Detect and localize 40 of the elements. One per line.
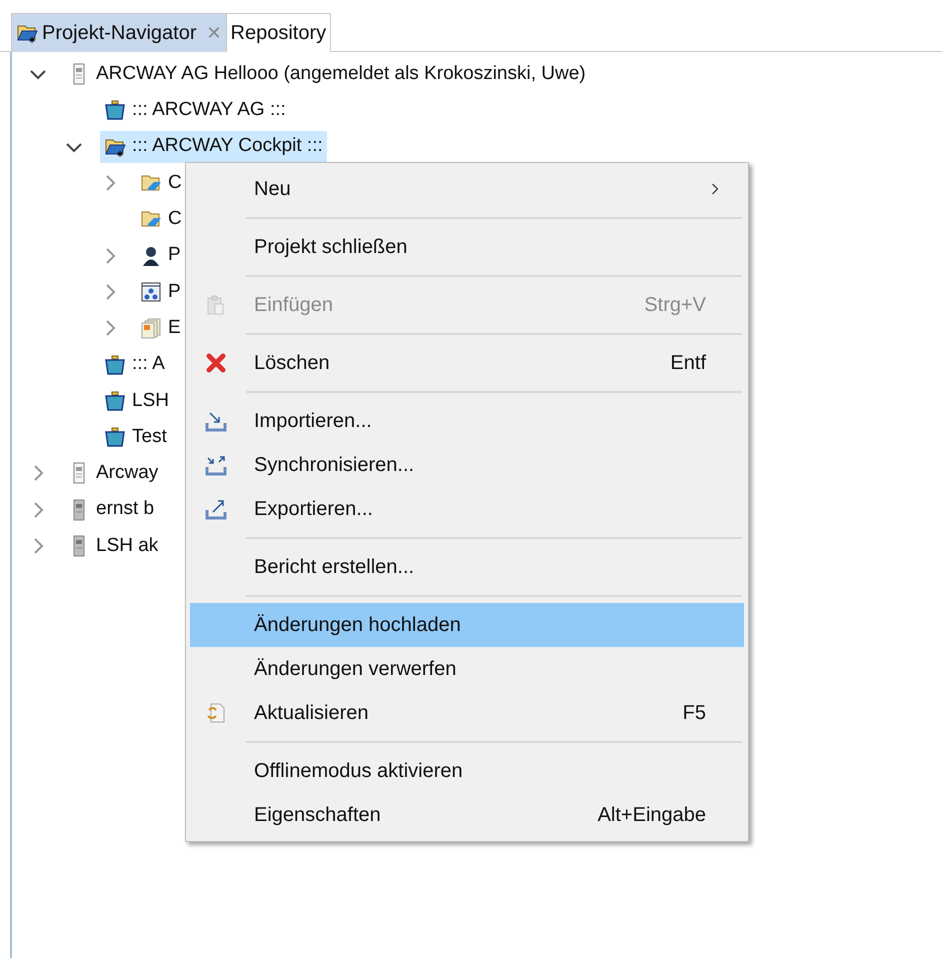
- box-icon: [104, 354, 126, 376]
- tree-item[interactable]: E: [136, 312, 185, 344]
- menu-item[interactable]: Löschen Entf: [190, 341, 744, 385]
- tree-item[interactable]: P: [136, 240, 185, 272]
- menu-item[interactable]: Änderungen verwerfen: [190, 647, 744, 691]
- menu-item[interactable]: Synchronisieren...: [190, 443, 744, 487]
- tree-item[interactable]: P: [136, 276, 185, 308]
- menu-item[interactable]: Eigenschaften Alt+Eingabe: [190, 793, 744, 837]
- menu-item[interactable]: Bericht erstellen...: [190, 545, 744, 589]
- tab[interactable]: Projekt-Navigator ✕: [11, 13, 227, 52]
- diagram-icon: [140, 280, 162, 303]
- menu-item[interactable]: Neu: [190, 167, 744, 211]
- tree-item[interactable]: Test: [100, 421, 171, 454]
- delete-icon: [205, 352, 227, 374]
- import-icon: [205, 410, 227, 432]
- tree-item[interactable]: ARCWAY AG Hellooo (angemeldet als Krokoszinski, Uwe): [64, 58, 590, 90]
- sync-icon: [205, 454, 227, 476]
- box-icon: [104, 426, 126, 448]
- tree-item[interactable]: Arcway: [64, 457, 162, 490]
- refresh-icon: [205, 702, 227, 724]
- tree-item[interactable]: LSH ak: [64, 530, 162, 562]
- tree-item[interactable]: ::: ARCWAY Cockpit :::: [100, 130, 327, 163]
- menu-item[interactable]: Projekt schließen: [190, 225, 744, 269]
- menu-item[interactable]: Exportieren...: [190, 487, 744, 531]
- box-icon: [104, 390, 126, 412]
- box-icon: [104, 99, 126, 122]
- export-icon: [205, 498, 227, 520]
- menu-item[interactable]: Offlinemodus aktivieren: [190, 749, 744, 793]
- tree-item[interactable]: LSH: [100, 384, 173, 417]
- user-icon: [140, 244, 162, 267]
- documents-icon: [140, 317, 162, 340]
- tab[interactable]: Repository: [226, 13, 332, 52]
- menu-item[interactable]: Änderungen hochladen: [190, 603, 744, 647]
- tree-item[interactable]: C: [136, 203, 186, 236]
- menu-item[interactable]: Aktualisieren F5: [190, 691, 744, 735]
- menu-item[interactable]: Importieren...: [190, 399, 744, 443]
- tree-item[interactable]: ernst b: [64, 494, 158, 526]
- tree-item[interactable]: C: [136, 167, 186, 200]
- tree-item[interactable]: ::: ARCWAY AG :::: [100, 94, 290, 126]
- tree-item[interactable]: ::: A: [100, 348, 169, 381]
